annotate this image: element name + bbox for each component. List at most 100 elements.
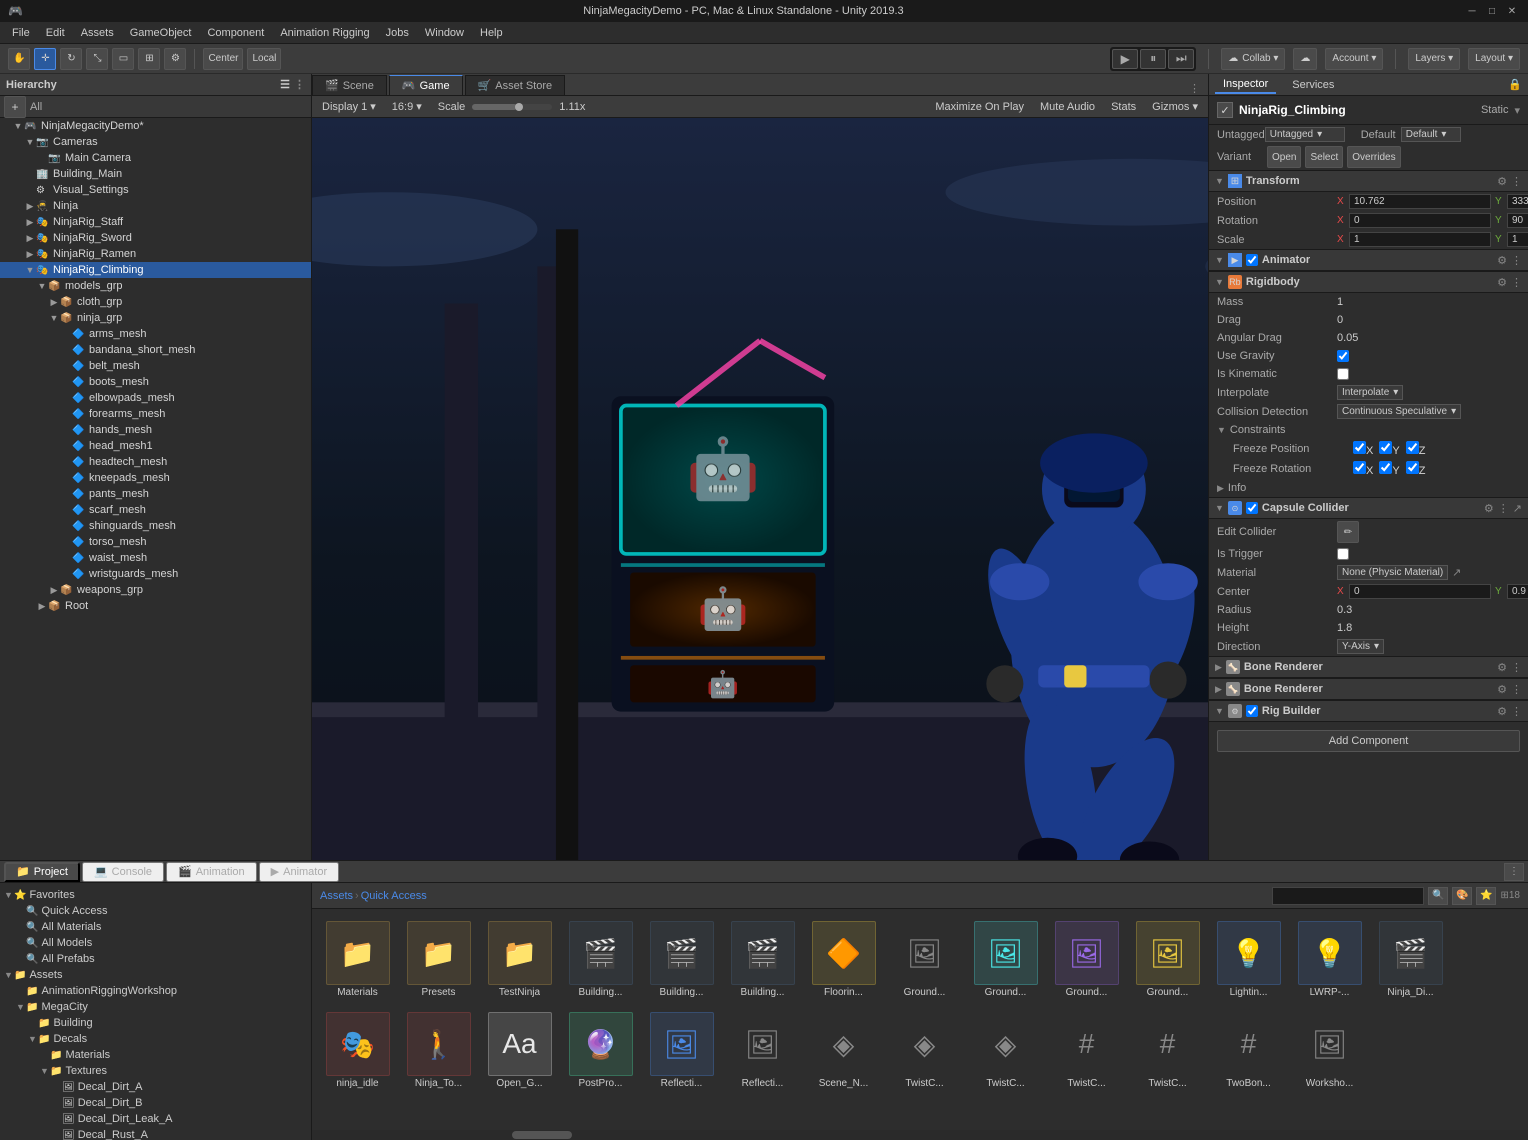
menu-item-assets[interactable]: Assets <box>73 25 122 41</box>
file-tree-item[interactable]: 🔍All Models <box>0 935 311 951</box>
asset-item[interactable]: 📁Materials <box>320 917 395 1002</box>
rect-tool-button[interactable]: ▭ <box>112 48 134 70</box>
hierarchy-item[interactable]: 🔷elbowpads_mesh <box>0 390 311 406</box>
collab-button[interactable]: ☁ Collab ▾ <box>1221 48 1285 70</box>
asset-item[interactable]: 🎬Building... <box>725 917 800 1002</box>
rig-builder-header[interactable]: ▼ ⚙ Rig Builder ⚙ ⋮ <box>1209 700 1528 722</box>
hierarchy-item[interactable]: 🔷kneepads_mesh <box>0 470 311 486</box>
hierarchy-item[interactable]: ▼📦ninja_grp <box>0 310 311 326</box>
select-button[interactable]: Select <box>1305 146 1343 168</box>
add-component-button[interactable]: Add Component <box>1217 730 1520 752</box>
tag-dropdown[interactable]: Untagged ▾ <box>1265 127 1345 142</box>
breadcrumb-quick-access[interactable]: Quick Access <box>361 890 427 902</box>
hierarchy-item[interactable]: 🔷wristguards_mesh <box>0 566 311 582</box>
hierarchy-item[interactable]: ▶📦cloth_grp <box>0 294 311 310</box>
hierarchy-item[interactable]: 🏢Building_Main <box>0 166 311 182</box>
tab-game[interactable]: 🎮 Game <box>389 75 463 95</box>
animator-tab[interactable]: ▶ Animator <box>259 862 340 882</box>
rotate-tool-button[interactable]: ↻ <box>60 48 82 70</box>
maximize-on-play[interactable]: Maximize On Play <box>931 101 1028 113</box>
mute-audio-btn[interactable]: Mute Audio <box>1036 101 1099 113</box>
asset-item[interactable]: #TwistC... <box>1130 1008 1205 1093</box>
file-tree-item[interactable]: ▼📁Textures <box>0 1063 311 1079</box>
tab-scene[interactable]: 🎬 Scene <box>312 75 387 95</box>
asset-item[interactable]: 🖼Ground... <box>887 917 962 1002</box>
rot-x-input[interactable] <box>1349 213 1491 228</box>
asset-item[interactable]: 🎬Building... <box>644 917 719 1002</box>
search-icon-btn[interactable]: 🔍 <box>1428 887 1448 905</box>
hierarchy-item[interactable]: 🔷forearms_mesh <box>0 406 311 422</box>
hierarchy-item[interactable]: 🔷torso_mesh <box>0 534 311 550</box>
interpolate-dropdown[interactable]: Interpolate ▾ <box>1337 385 1403 400</box>
asset-item[interactable]: 🔮PostPro... <box>563 1008 638 1093</box>
star-icon-btn[interactable]: ⭐ <box>1476 887 1496 905</box>
custom-tool-button[interactable]: ⚙ <box>164 48 186 70</box>
freeze-pos-z[interactable] <box>1406 441 1419 454</box>
menu-item-window[interactable]: Window <box>417 25 472 41</box>
collision-dropdown[interactable]: Continuous Speculative ▾ <box>1337 404 1461 419</box>
bone-renderer-1-header[interactable]: ▶ 🦴 Bone Renderer ⚙ ⋮ <box>1209 656 1528 678</box>
hierarchy-item[interactable]: ▶🎭NinjaRig_Staff <box>0 214 311 230</box>
minimize-button[interactable]: ─ <box>1464 3 1480 19</box>
hierarchy-item[interactable]: ▼📷Cameras <box>0 134 311 150</box>
center-y-input[interactable] <box>1507 584 1528 599</box>
layer-dropdown[interactable]: Default ▾ <box>1401 127 1461 142</box>
animation-tab[interactable]: 🎬 Animation <box>166 862 257 882</box>
inspector-lock-icon[interactable]: 🔒 <box>1508 78 1522 91</box>
account-button[interactable]: Account ▾ <box>1325 48 1383 70</box>
move-tool-button[interactable]: ✛ <box>34 48 56 70</box>
menu-item-file[interactable]: File <box>4 25 38 41</box>
animator-component-header[interactable]: ▼ ▶ Animator ⚙ ⋮ <box>1209 249 1528 271</box>
file-tree-item[interactable]: 📁Materials <box>0 1047 311 1063</box>
asset-item[interactable]: 🎭ninja_idle <box>320 1008 395 1093</box>
asset-item[interactable]: 📁Presets <box>401 917 476 1002</box>
hierarchy-item[interactable]: 🔷waist_mesh <box>0 550 311 566</box>
hierarchy-item[interactable]: 🔷bandana_short_mesh <box>0 342 311 358</box>
hierarchy-dots[interactable]: ⋮ <box>294 78 305 91</box>
scale-tool-button[interactable]: ⤡ <box>86 48 108 70</box>
hierarchy-item[interactable]: ▶📦weapons_grp <box>0 582 311 598</box>
center-x-input[interactable] <box>1349 584 1491 599</box>
scale-slider[interactable] <box>472 104 552 110</box>
menu-item-help[interactable]: Help <box>472 25 511 41</box>
asset-item[interactable]: 🚶Ninja_To... <box>401 1008 476 1093</box>
menu-item-component[interactable]: Component <box>199 25 272 41</box>
gizmos-btn[interactable]: Gizmos ▾ <box>1148 100 1202 113</box>
aspect-selector[interactable]: 16:9 ▾ <box>388 100 426 113</box>
file-tree-item[interactable]: ▼📁MegaCity <box>0 999 311 1015</box>
asset-item[interactable]: 🔶Floorin... <box>806 917 881 1002</box>
asset-item[interactable]: #TwistC... <box>1049 1008 1124 1093</box>
hierarchy-item[interactable]: ▼🎮NinjaMegacityDemo* <box>0 118 311 134</box>
menu-item-jobs[interactable]: Jobs <box>378 25 417 41</box>
center-button[interactable]: Center <box>203 48 243 70</box>
hierarchy-item[interactable]: 🔷belt_mesh <box>0 358 311 374</box>
asset-item[interactable]: 🖼Reflecti... <box>644 1008 719 1093</box>
rig-builder-enabled[interactable] <box>1246 705 1258 717</box>
assets-scrollbar[interactable] <box>312 1130 1528 1140</box>
hierarchy-item[interactable]: ⚙Visual_Settings <box>0 182 311 198</box>
hierarchy-item[interactable]: 🔷headtech_mesh <box>0 454 311 470</box>
asset-item[interactable]: ◈TwistC... <box>968 1008 1043 1093</box>
step-button[interactable]: ⏭ <box>1168 49 1194 69</box>
services-tab[interactable]: Services <box>1284 77 1342 93</box>
freeze-pos-y[interactable] <box>1379 441 1392 454</box>
overrides-button[interactable]: Overrides <box>1347 146 1400 168</box>
asset-item[interactable]: 🎬Building... <box>563 917 638 1002</box>
maximize-button[interactable]: □ <box>1484 3 1500 19</box>
close-button[interactable]: ✕ <box>1504 3 1520 19</box>
hierarchy-item[interactable]: ▶🥷Ninja <box>0 198 311 214</box>
freeze-pos-x[interactable] <box>1353 441 1366 454</box>
file-tree-item[interactable]: 🖼Decal_Dirt_B <box>0 1095 311 1111</box>
file-tree-item[interactable]: 🖼Decal_Dirt_A <box>0 1079 311 1095</box>
hierarchy-item[interactable]: ▼📦models_grp <box>0 278 311 294</box>
hierarchy-item[interactable]: 🔷head_mesh1 <box>0 438 311 454</box>
hierarchy-add-button[interactable]: + <box>4 96 26 118</box>
console-tab[interactable]: 💻 Console <box>82 862 164 882</box>
file-tree-item[interactable]: 📁AnimationRiggingWorkshop <box>0 983 311 999</box>
scrollbar-thumb[interactable] <box>512 1131 572 1139</box>
open-button[interactable]: Open <box>1267 146 1301 168</box>
asset-item[interactable]: ◈Scene_N... <box>806 1008 881 1093</box>
asset-item[interactable]: 🖼Ground... <box>1130 917 1205 1002</box>
direction-dropdown[interactable]: Y-Axis ▾ <box>1337 639 1384 654</box>
project-tab[interactable]: 📁 Project <box>4 862 80 882</box>
